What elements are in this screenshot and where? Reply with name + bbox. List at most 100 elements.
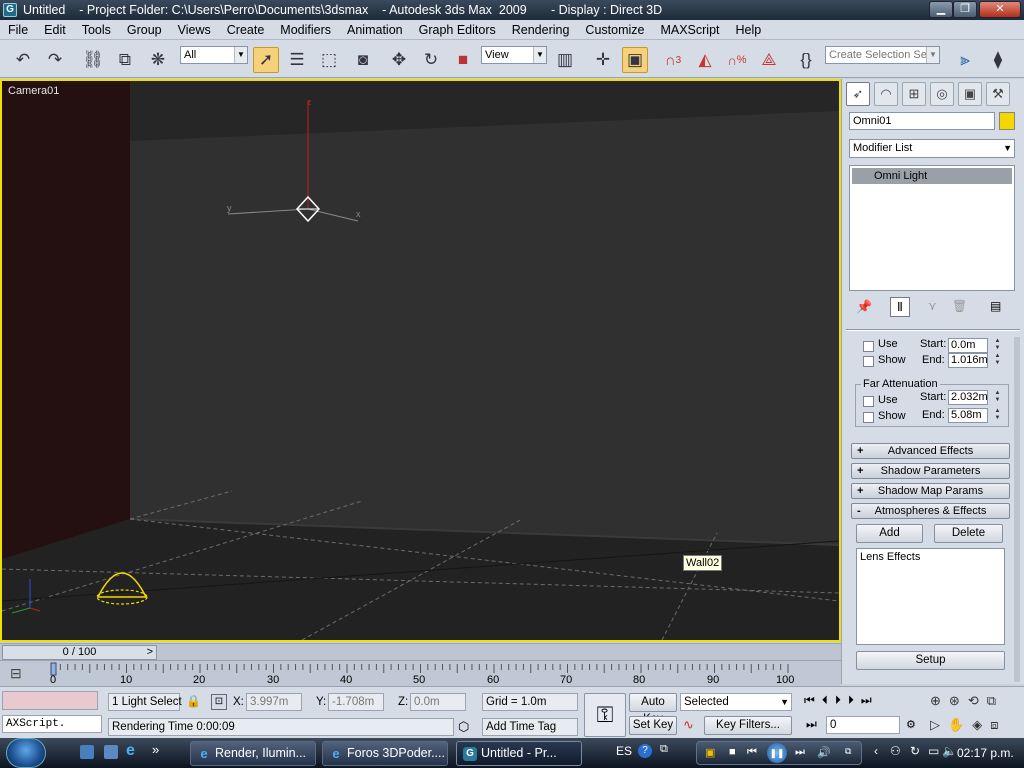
rollout-advanced-effects[interactable]: + Advanced Effects bbox=[851, 443, 1010, 459]
menu-file[interactable]: File bbox=[0, 20, 36, 40]
select-and-rotate-icon[interactable]: ↻ bbox=[418, 47, 444, 73]
y-coordinate-field[interactable]: -1.708m bbox=[328, 693, 384, 711]
time-tag-icon[interactable]: ⬡ bbox=[458, 719, 469, 735]
next-frame-arrow-icon[interactable]: > bbox=[147, 646, 153, 659]
menu-graph-editors[interactable]: Graph Editors bbox=[411, 20, 504, 40]
minimize-button[interactable]: ▁ bbox=[929, 1, 953, 18]
maxscript-listener-pink[interactable] bbox=[2, 691, 98, 710]
effects-list-item[interactable]: Lens Effects bbox=[857, 549, 1004, 565]
select-and-scale-icon[interactable]: ■ bbox=[450, 47, 476, 73]
tray-display-icon[interactable]: ▭ bbox=[928, 744, 939, 758]
snaps-toggle-icon[interactable]: ∩ 3 bbox=[660, 47, 686, 73]
time-slider[interactable]: 0 / 100 > bbox=[0, 643, 841, 660]
key-filters-button[interactable]: Key Filters... bbox=[704, 716, 792, 735]
manipulate-icon[interactable]: ✛ bbox=[590, 47, 616, 73]
menu-maxscript[interactable]: MAXScript bbox=[652, 20, 727, 40]
modify-tab-icon[interactable]: ◠ bbox=[874, 82, 898, 106]
spinner-arrows-icon[interactable]: ▲ ▼ bbox=[993, 338, 1002, 353]
tray-volume-icon[interactable]: 🔈 bbox=[942, 744, 957, 758]
menu-modifiers[interactable]: Modifiers bbox=[272, 20, 339, 40]
orbit-icon[interactable]: ⟲ bbox=[968, 693, 987, 708]
default-in-out-tangent-icon[interactable]: ∿ bbox=[683, 717, 694, 733]
spinner-arrows-icon[interactable]: ▲ ▼ bbox=[993, 390, 1002, 405]
named-selection-set-dropdown[interactable]: Create Selection Set ▼ bbox=[825, 46, 940, 64]
rectangular-selection-icon[interactable]: ⬚ bbox=[316, 47, 342, 73]
3dsmax-logo-icon[interactable]: G bbox=[3, 3, 17, 17]
motion-tab-icon[interactable]: ◎ bbox=[930, 82, 954, 106]
z-coordinate-field[interactable]: 0.0m bbox=[410, 693, 466, 711]
zoom-extents-icon[interactable]: ⧉ bbox=[987, 693, 1004, 708]
maximize-viewport-icon[interactable]: ⧈ bbox=[990, 717, 1006, 732]
close-button[interactable]: ✕ bbox=[979, 1, 1021, 18]
utilities-tab-icon[interactable]: ⚒ bbox=[986, 82, 1010, 106]
select-object-icon[interactable]: ➚ bbox=[253, 47, 279, 73]
menu-animation[interactable]: Animation bbox=[339, 20, 411, 40]
menu-tools[interactable]: Tools bbox=[74, 20, 119, 40]
field-of-view-icon[interactable]: ▷ bbox=[930, 717, 948, 732]
arc-rotate-icon[interactable]: ◈ bbox=[972, 717, 990, 732]
delete-effect-button[interactable]: Delete bbox=[934, 524, 1003, 543]
help-icon[interactable]: ? bbox=[638, 744, 652, 758]
angle-snap-icon[interactable]: ◭ bbox=[692, 47, 718, 73]
rollout-atmospheres-effects[interactable]: - Atmospheres & Effects bbox=[851, 503, 1010, 519]
redo-icon[interactable]: ↷ bbox=[42, 47, 68, 73]
menu-group[interactable]: Group bbox=[119, 20, 170, 40]
volume-icon[interactable]: 🔊 bbox=[817, 746, 831, 759]
configure-modifier-sets-icon[interactable]: ▤ bbox=[990, 299, 1001, 313]
viewport-label[interactable]: Camera01 bbox=[8, 85, 59, 97]
menu-edit[interactable]: Edit bbox=[36, 20, 74, 40]
x-coordinate-field[interactable]: 3.997m bbox=[246, 693, 302, 711]
hierarchy-tab-icon[interactable]: ⊞ bbox=[902, 82, 926, 106]
tray-sync-icon[interactable]: ↻ bbox=[910, 744, 920, 758]
lock-selection-icon[interactable]: 🔒 bbox=[186, 694, 201, 708]
time-slider-thumb[interactable]: 0 / 100 > bbox=[2, 645, 157, 660]
time-configuration-icon[interactable]: ⚙ bbox=[906, 718, 916, 731]
previous-frame-icon[interactable]: ⏴ bbox=[822, 693, 835, 707]
menu-create[interactable]: Create bbox=[219, 20, 273, 40]
ie-quicklaunch-icon[interactable]: e bbox=[126, 742, 135, 760]
auto-key-button[interactable]: Auto Key bbox=[629, 693, 677, 725]
pan-hand-icon[interactable]: ✋ bbox=[948, 717, 972, 732]
align-icon[interactable]: ⧫ bbox=[985, 47, 1011, 73]
object-color-swatch[interactable] bbox=[999, 112, 1015, 130]
stop-icon[interactable]: ■ bbox=[729, 746, 736, 758]
rollout-shadow-parameters[interactable]: + Shadow Parameters bbox=[851, 463, 1010, 479]
far-end-spinner[interactable]: 5.08m bbox=[948, 408, 988, 423]
far-use-checkbox[interactable] bbox=[863, 396, 874, 407]
undo-icon[interactable]: ↶ bbox=[10, 47, 36, 73]
effects-list[interactable]: Lens Effects bbox=[856, 548, 1005, 645]
add-time-tag[interactable]: Add Time Tag bbox=[482, 718, 578, 736]
reference-coordinate-dropdown[interactable]: View ▼ bbox=[481, 46, 547, 64]
start-button-icon[interactable] bbox=[6, 738, 46, 768]
menu-customize[interactable]: Customize bbox=[577, 20, 652, 40]
goto-end-icon[interactable]: ⏭ bbox=[861, 693, 879, 707]
spinner-arrows-icon[interactable]: ▲ ▼ bbox=[993, 353, 1002, 368]
key-mode-toggle-icon[interactable]: ⏭ bbox=[806, 717, 817, 732]
quicklaunch-more-icon[interactable]: » bbox=[152, 742, 159, 757]
spinner-arrows-icon[interactable]: ▲ ▼ bbox=[993, 408, 1002, 423]
show-end-result-icon[interactable]: Ⅱ bbox=[890, 297, 910, 317]
mirror-icon[interactable]: ⫸ bbox=[952, 47, 978, 73]
camera-viewport[interactable]: z y x Camera01 Wall02 bbox=[0, 79, 841, 642]
next-frame-icon[interactable]: ⏵ bbox=[848, 693, 861, 707]
restore-player-icon[interactable]: ⧉ bbox=[845, 746, 851, 757]
far-show-checkbox[interactable] bbox=[863, 412, 874, 423]
modifier-list-dropdown[interactable]: Modifier List ▼ bbox=[849, 139, 1015, 158]
selection-filter-dropdown[interactable]: All ▼ bbox=[180, 46, 248, 64]
near-end-spinner[interactable]: 1.016m bbox=[948, 353, 988, 368]
zoom-icon[interactable]: ⊕ bbox=[930, 693, 949, 708]
taskbar-item-foros[interactable]: e Foros 3DPoder.... bbox=[322, 741, 448, 766]
set-key-button[interactable]: Set Key bbox=[629, 716, 677, 735]
menu-help[interactable]: Help bbox=[728, 20, 770, 40]
goto-start-icon[interactable]: ⏮ bbox=[804, 693, 822, 707]
zoom-all-icon[interactable]: ⊛ bbox=[949, 693, 968, 708]
set-key-icon[interactable]: ⚿ bbox=[584, 693, 626, 737]
select-by-name-icon[interactable]: ☰ bbox=[284, 47, 310, 73]
play-icon[interactable]: ⏵ bbox=[835, 693, 848, 707]
near-show-checkbox[interactable] bbox=[863, 356, 874, 367]
pause-icon[interactable]: ❚❚ bbox=[767, 743, 787, 763]
unlink-selection-icon[interactable]: ⧉ bbox=[112, 47, 138, 73]
add-effect-button[interactable]: Add bbox=[856, 524, 923, 543]
keyboard-shortcut-override-icon[interactable]: ▣ bbox=[622, 47, 648, 73]
track-bar[interactable]: ⊟ 0 10 20 30 40 50 60 70 80 90 100 bbox=[0, 660, 841, 686]
